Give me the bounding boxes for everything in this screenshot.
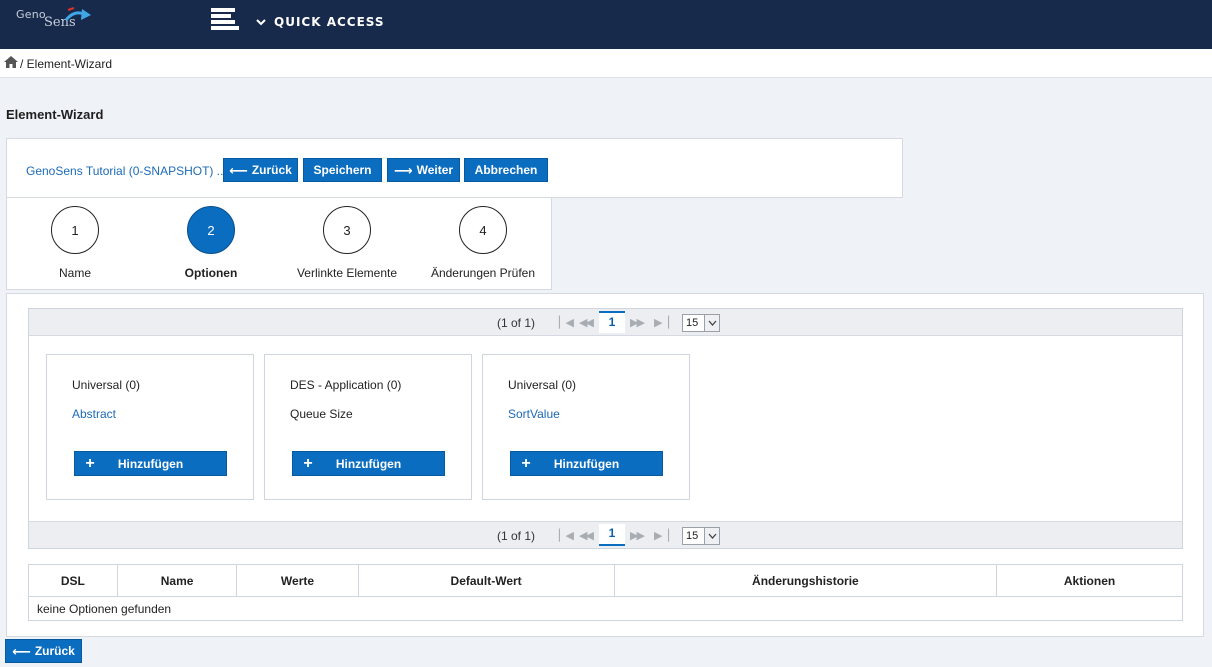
prev-page-icon[interactable]: ◀◀ <box>579 529 594 542</box>
next-button[interactable]: ⟶ Weiter <box>387 158 460 182</box>
add-button[interactable]: + Hinzufügen <box>74 451 227 476</box>
rows-per-page-select[interactable]: 15 <box>682 314 720 332</box>
add-button[interactable]: + Hinzufügen <box>292 451 445 476</box>
plus-icon: + <box>303 454 313 472</box>
quick-access-label: QUICK ACCESS <box>274 15 385 29</box>
step-label: Änderungen Prüfen <box>430 266 536 280</box>
option-cards-grid: (1 of 1) ▏◀ ◀◀ 1 ▶▶ ▶▕ 15 Universal (0) … <box>28 308 1183 549</box>
page-count: (1 of 1) <box>497 529 536 543</box>
column-header-werte[interactable]: Werte <box>236 564 359 597</box>
page-title: Element-Wizard <box>6 107 104 122</box>
first-page-icon[interactable]: ▏◀ <box>559 529 574 542</box>
project-link[interactable]: GenoSens Tutorial (0-SNAPSHOT) ... <box>26 164 227 178</box>
home-icon[interactable] <box>4 56 18 68</box>
chevron-down-icon <box>256 19 266 26</box>
table-header-row: DSL Name Werte Default-Wert Änderungshis… <box>28 564 1183 597</box>
back-button[interactable]: ⟵ Zurück <box>223 158 298 182</box>
step-number: 2 <box>187 206 235 254</box>
paginator-bottom: (1 of 1) ▏◀ ◀◀ 1 ▶▶ ▶▕ 15 <box>29 521 1182 548</box>
wizard-steps: 1 Name 2 Optionen 3 Verlinkte Elemente 4… <box>6 198 552 290</box>
step-label: Verlinkte Elemente <box>296 266 398 280</box>
step-number: 3 <box>323 206 371 254</box>
first-page-icon[interactable]: ▏◀ <box>559 316 574 329</box>
empty-message: keine Optionen gefunden <box>28 596 1183 621</box>
step-number: 1 <box>51 206 99 254</box>
chevron-down-icon <box>704 528 719 544</box>
breadcrumb: / Element-Wizard <box>0 49 1212 78</box>
step-optionen[interactable]: 2 Optionen <box>143 206 279 280</box>
next-page-icon[interactable]: ▶▶ <box>630 316 645 329</box>
option-card: DES - Application (0) Queue Size + Hinzu… <box>264 354 472 500</box>
option-item-queue-size: Queue Size <box>290 407 353 421</box>
page-number-button[interactable]: 1 <box>599 524 625 546</box>
next-page-icon[interactable]: ▶▶ <box>630 529 645 542</box>
quick-access-menu[interactable]: QUICK ACCESS <box>256 13 385 31</box>
paginator-top: (1 of 1) ▏◀ ◀◀ 1 ▶▶ ▶▕ 15 <box>29 309 1182 336</box>
add-button[interactable]: + Hinzufügen <box>510 451 663 476</box>
step-aenderungen-pruefen[interactable]: 4 Änderungen Prüfen <box>415 206 551 280</box>
save-button[interactable]: Speichern <box>303 158 382 182</box>
cancel-button[interactable]: Abbrechen <box>464 158 548 182</box>
column-header-default-wert[interactable]: Default-Wert <box>357 564 615 597</box>
option-link-abstract[interactable]: Abstract <box>72 407 116 421</box>
card-title: DES - Application (0) <box>290 378 402 392</box>
plus-icon: + <box>521 454 531 472</box>
column-header-aktionen[interactable]: Aktionen <box>996 564 1183 597</box>
top-navbar: Geno Sens QUICK ACCESS <box>0 0 1212 49</box>
chevron-down-icon <box>704 315 719 331</box>
options-panel: (1 of 1) ▏◀ ◀◀ 1 ▶▶ ▶▕ 15 Universal (0) … <box>6 293 1204 637</box>
column-header-aenderungshistorie[interactable]: Änderungshistorie <box>613 564 998 597</box>
last-page-icon[interactable]: ▶▕ <box>654 316 669 329</box>
option-link-sortvalue[interactable]: SortValue <box>508 407 560 421</box>
step-number: 4 <box>459 206 507 254</box>
logo-arrow-icon <box>64 7 91 21</box>
rows-per-page-select[interactable]: 15 <box>682 527 720 545</box>
card-title: Universal (0) <box>72 378 141 392</box>
option-card: Universal (0) Abstract + Hinzufügen <box>46 354 254 500</box>
hamburger-menu-icon[interactable] <box>211 8 239 32</box>
logo-text-top: Geno <box>16 8 46 21</box>
table-row: keine Optionen gefunden <box>28 596 1183 621</box>
arrow-left-icon: ⟵ <box>229 162 248 178</box>
card-title: Universal (0) <box>508 378 577 392</box>
breadcrumb-current: / Element-Wizard <box>20 57 113 71</box>
arrow-right-icon: ⟶ <box>393 162 413 178</box>
back-button-bottom[interactable]: ⟵ Zurück <box>5 639 82 663</box>
step-verlinkte-elemente[interactable]: 3 Verlinkte Elemente <box>279 206 415 280</box>
plus-icon: + <box>85 454 95 472</box>
last-page-icon[interactable]: ▶▕ <box>654 529 669 542</box>
arrow-left-icon: ⟵ <box>12 643 31 659</box>
step-label: Optionen <box>184 266 238 280</box>
wizard-toolbar: GenoSens Tutorial (0-SNAPSHOT) ... ⟵ Zur… <box>6 138 903 198</box>
column-header-dsl[interactable]: DSL <box>28 564 118 597</box>
genosens-logo[interactable]: Geno Sens <box>16 6 96 30</box>
step-name[interactable]: 1 Name <box>7 206 143 280</box>
option-card: Universal (0) SortValue + Hinzufügen <box>482 354 690 500</box>
page-number-button[interactable]: 1 <box>599 311 625 333</box>
prev-page-icon[interactable]: ◀◀ <box>579 316 594 329</box>
column-header-name[interactable]: Name <box>116 564 238 597</box>
options-table: DSL Name Werte Default-Wert Änderungshis… <box>28 564 1183 621</box>
page-count: (1 of 1) <box>497 316 536 330</box>
step-label: Name <box>58 266 91 280</box>
